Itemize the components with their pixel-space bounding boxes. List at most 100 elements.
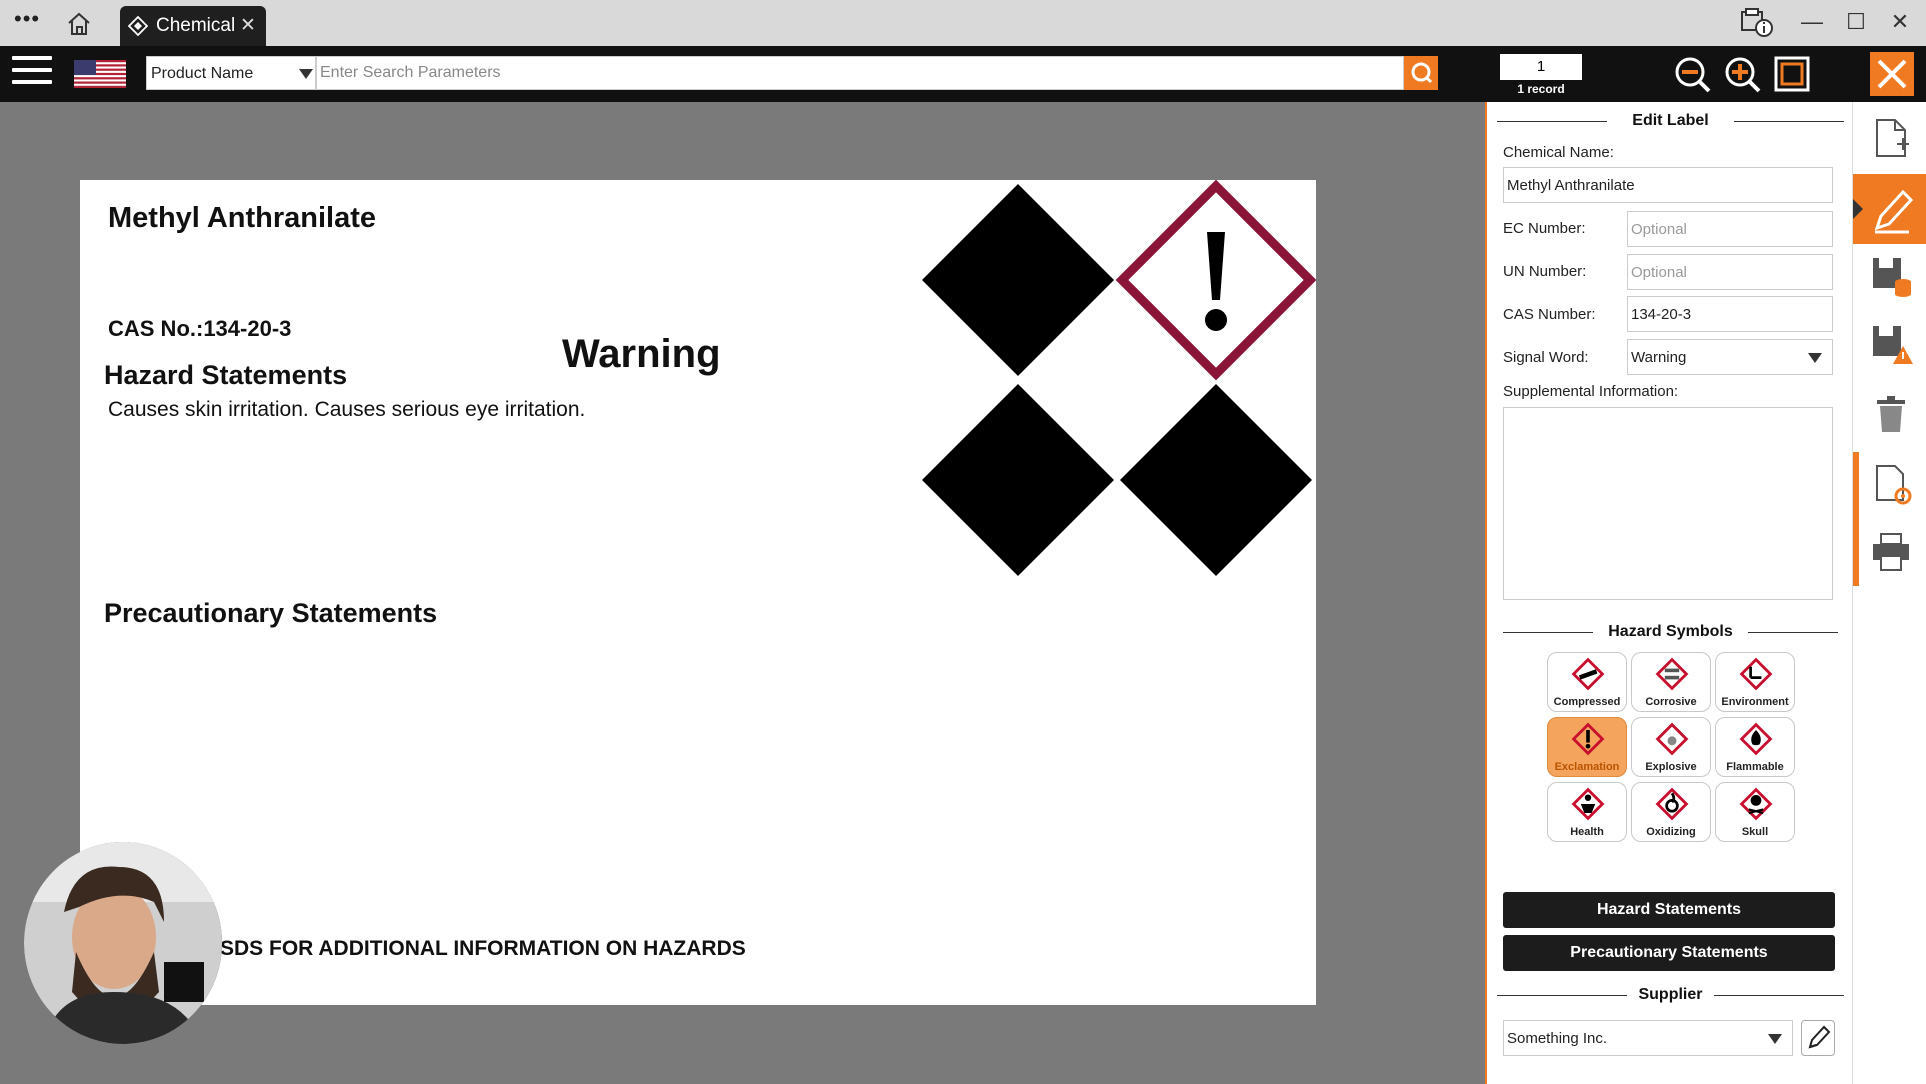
close-record-button[interactable] — [1870, 52, 1914, 96]
supplemental-info-label: Supplemental Information: — [1503, 383, 1679, 400]
active-section-strip — [1853, 452, 1859, 586]
environment-pictogram-icon — [1739, 657, 1773, 691]
chevron-down-icon — [299, 69, 313, 79]
fit-screen-icon[interactable] — [1772, 54, 1812, 94]
pencil-icon — [1808, 1025, 1831, 1049]
exclamation-pictogram — [1115, 180, 1316, 381]
hazard-symbol-flammable[interactable]: Flammable — [1715, 717, 1795, 777]
presenter-image — [24, 842, 222, 1044]
oxidizing-pictogram-icon — [1655, 787, 1689, 821]
hazard-symbol-health[interactable]: Health — [1547, 782, 1627, 842]
close-icon — [1877, 59, 1907, 89]
chevron-down-icon — [1808, 353, 1822, 363]
hazard-symbol-environment[interactable]: Environment — [1715, 652, 1795, 712]
explosive-pictogram-icon — [1655, 722, 1689, 756]
save-warning-icon[interactable] — [1869, 322, 1913, 366]
zoom-out-icon[interactable] — [1672, 54, 1712, 94]
ec-number-field[interactable] — [1627, 211, 1833, 247]
label-footer-text: SDS FOR ADDITIONAL INFORMATION ON HAZARD… — [220, 937, 746, 960]
compressed-pictogram-icon — [1571, 657, 1605, 691]
skull-pictogram-icon — [1739, 787, 1773, 821]
tab-chemical[interactable]: Chemical ✕ — [120, 6, 266, 46]
search-type-select[interactable]: Product Name — [146, 56, 316, 90]
pictogram-placeholder-3 — [1120, 384, 1312, 576]
home-icon[interactable] — [66, 12, 92, 36]
us-flag-icon[interactable] — [74, 60, 126, 88]
edit-supplier-button[interactable] — [1801, 1020, 1835, 1056]
hazard-statements-button[interactable]: Hazard Statements — [1503, 892, 1835, 928]
hazard-symbols-header: Hazard Symbols — [1497, 621, 1844, 643]
hazard-symbol-label: Oxidizing — [1646, 826, 1696, 838]
hazard-symbol-label: Health — [1570, 826, 1604, 838]
maximize-button[interactable]: ☐ — [1836, 8, 1876, 36]
hazard-symbol-label: Corrosive — [1645, 696, 1697, 708]
label-signal-word: Warning — [562, 332, 721, 376]
app-window: ••• Chemical ✕ — ☐ ✕ Product Name Enter … — [0, 0, 1926, 1084]
hazard-symbol-label: Exclamation — [1554, 761, 1620, 773]
chemical-name-field[interactable] — [1503, 167, 1833, 203]
label-chemical-name: Methyl Anthranilate — [108, 202, 377, 234]
title-bar: ••• Chemical ✕ — ☐ ✕ — [0, 0, 1926, 46]
hazard-symbol-skull[interactable]: Skull — [1715, 782, 1795, 842]
hazard-symbol-label: Flammable — [1726, 761, 1784, 773]
edit-label-panel: Edit Label Chemical Name: EC Number: UN … — [1485, 102, 1852, 1084]
search-input[interactable] — [316, 56, 1404, 90]
precautionary-statements-button[interactable]: Precautionary Statements — [1503, 935, 1835, 971]
ec-number-label: EC Number: — [1503, 220, 1586, 237]
record-count: 1 record — [1517, 82, 1565, 96]
toolbar: Product Name 1 1 record — [0, 46, 1926, 102]
hamburger-menu-icon[interactable] — [12, 56, 52, 90]
signal-word-value: Warning — [1631, 349, 1687, 366]
hazard-symbol-oxidizing[interactable]: Oxidizing — [1631, 782, 1711, 842]
document-settings-icon[interactable] — [1869, 462, 1913, 506]
un-number-field[interactable] — [1627, 254, 1833, 290]
label-cas-number: CAS No.:134-20-3 — [108, 316, 292, 341]
minimize-button[interactable]: — — [1792, 8, 1832, 36]
supplier-select[interactable]: Something Inc. — [1503, 1020, 1793, 1056]
edit-label-header: Edit Label — [1497, 110, 1844, 132]
label-preview: Methyl Anthranilate CAS No.:134-20-3 War… — [80, 180, 1316, 1005]
ghs-pictograms — [922, 180, 1316, 576]
hazard-symbol-label: Explosive — [1645, 761, 1697, 773]
hazard-symbol-label: Environment — [1721, 696, 1789, 708]
supplier-value: Something Inc. — [1507, 1030, 1608, 1047]
hazard-symbols-title: Hazard Symbols — [1608, 623, 1733, 640]
print-icon[interactable] — [1869, 530, 1913, 574]
zoom-in-icon[interactable] — [1722, 54, 1762, 94]
label-precaution-heading: Precautionary Statements — [104, 598, 438, 628]
signal-word-select[interactable]: Warning — [1627, 339, 1833, 375]
search-type-value: Product Name — [151, 65, 254, 82]
chevron-down-icon — [1768, 1034, 1782, 1044]
cas-number-field[interactable] — [1627, 296, 1833, 332]
trash-icon[interactable] — [1869, 392, 1913, 436]
search-icon — [1411, 62, 1433, 84]
window-close-button[interactable]: ✕ — [1880, 8, 1920, 36]
edit-mode-button[interactable] — [1853, 174, 1926, 244]
flammable-pictogram-icon — [1739, 722, 1773, 756]
save-database-icon[interactable] — [1869, 254, 1913, 298]
hazard-symbol-label: Skull — [1741, 826, 1769, 838]
hazard-symbol-compressed[interactable]: Compressed — [1547, 652, 1627, 712]
hazard-symbol-exclamation[interactable]: Exclamation — [1547, 717, 1627, 777]
supplier-title: Supplier — [1638, 986, 1703, 1003]
un-number-label: UN Number: — [1503, 263, 1587, 280]
new-document-icon[interactable] — [1869, 116, 1913, 160]
health-pictogram-icon — [1571, 787, 1605, 821]
supplier-header: Supplier — [1497, 984, 1844, 1006]
hazard-symbol-explosive[interactable]: Explosive — [1631, 717, 1711, 777]
pictogram-placeholder-2 — [922, 384, 1114, 576]
more-menu-icon[interactable]: ••• — [14, 8, 44, 34]
tab-close-icon[interactable]: ✕ — [240, 14, 256, 37]
search-button[interactable] — [1404, 56, 1438, 90]
supplemental-info-field[interactable] — [1503, 407, 1833, 600]
signal-word-label: Signal Word: — [1503, 349, 1589, 366]
cas-number-label: CAS Number: — [1503, 306, 1596, 323]
exclamation-pictogram-icon — [1571, 722, 1605, 756]
record-number-field[interactable]: 1 — [1500, 54, 1582, 80]
label-hazard-heading: Hazard Statements — [104, 360, 348, 390]
right-icon-bar — [1852, 102, 1926, 1084]
hazard-symbol-corrosive[interactable]: Corrosive — [1631, 652, 1711, 712]
corrosive-pictogram-icon — [1655, 657, 1689, 691]
print-info-icon[interactable] — [1738, 8, 1774, 38]
webcam-overlay — [24, 842, 222, 1044]
